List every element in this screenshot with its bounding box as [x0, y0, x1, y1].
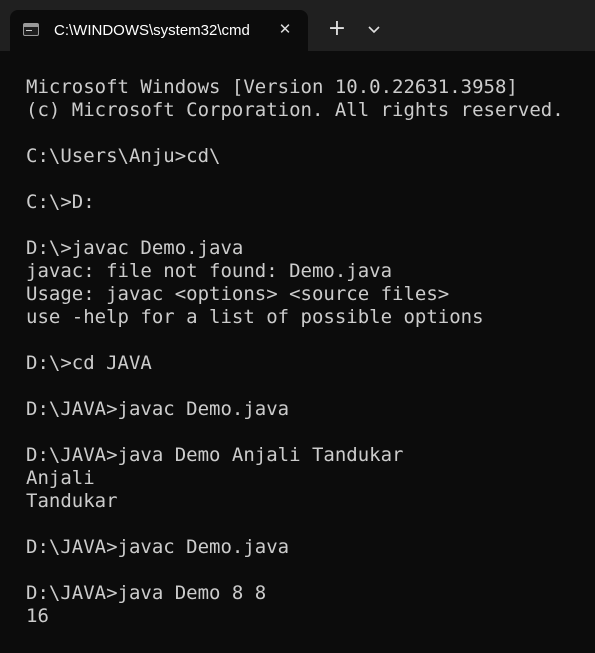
tab-cmd[interactable]: C:\WINDOWS\system32\cmd ✕: [10, 10, 308, 51]
console-line: Anjali: [26, 467, 95, 489]
console-line: C:\Users\Anju>cd\: [26, 145, 221, 167]
console-line: D:\JAVA>javac Demo.java: [26, 536, 290, 558]
plus-icon[interactable]: +: [327, 18, 347, 40]
console-line: 16: [26, 605, 49, 627]
console-line: D:\>cd JAVA: [26, 352, 152, 374]
chevron-down-icon[interactable]: [366, 22, 382, 38]
console-output[interactable]: Microsoft Windows [Version 10.0.22631.39…: [26, 76, 595, 628]
console-line: Microsoft Windows [Version 10.0.22631.39…: [26, 76, 518, 98]
terminal-icon: [23, 23, 39, 36]
console-line: D:\>javac Demo.java: [26, 237, 244, 259]
console-line: Usage: javac <options> <source files>: [26, 283, 450, 305]
console-line: Tandukar: [26, 490, 118, 512]
console-line: D:\JAVA>java Demo 8 8: [26, 582, 267, 604]
console-line: use -help for a list of possible options: [26, 306, 484, 328]
console-line: (c) Microsoft Corporation. All rights re…: [26, 99, 564, 121]
console-line: C:\>D:: [26, 191, 95, 213]
close-icon[interactable]: ✕: [277, 21, 293, 37]
title-bar: C:\WINDOWS\system32\cmd ✕ +: [0, 0, 595, 51]
tab-title: C:\WINDOWS\system32\cmd: [54, 22, 250, 39]
console-line: D:\JAVA>javac Demo.java: [26, 398, 290, 420]
console-line: D:\JAVA>java Demo Anjali Tandukar: [26, 444, 404, 466]
console-line: javac: file not found: Demo.java: [26, 260, 393, 282]
